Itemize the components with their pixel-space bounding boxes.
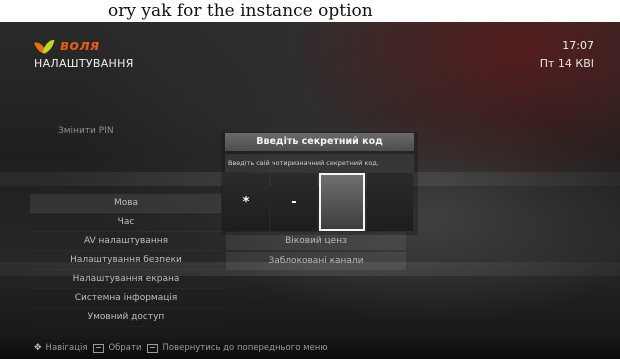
leaf-logo-icon — [34, 36, 56, 57]
page-title: НАЛАШТУВАННЯ — [34, 57, 134, 70]
brand-logo: воля — [34, 36, 100, 57]
dialog-title: Введіть секретний код — [225, 133, 414, 151]
tv-screen: воля НАЛАШТУВАННЯ 17:07 Пт 14 КВІ Змінит… — [0, 22, 620, 359]
hint-select: Обрати — [108, 343, 142, 353]
settings-menu: Мова Час AV налаштування Налаштування бе… — [30, 194, 222, 327]
dialog-message: Введіть свій чотиризначний секретний код… — [225, 154, 414, 172]
menu-item-language[interactable]: Мова — [30, 194, 222, 213]
change-pin-item[interactable]: Змінити PIN — [58, 126, 114, 136]
menu-item-security-settings[interactable]: Налаштування безпеки — [30, 251, 222, 270]
date: Пт 14 КВІ — [539, 57, 594, 70]
ok-key-icon — [93, 343, 105, 353]
security-options: Віковий ценз Заблоковані канали — [226, 232, 406, 272]
menu-item-screen-settings[interactable]: Налаштування екрана — [30, 270, 222, 289]
option-blocked-channels[interactable]: Заблоковані канали — [226, 252, 406, 270]
pin-digit-3[interactable] — [319, 173, 365, 231]
hint-back: Повернутись до попереднього меню — [162, 343, 328, 353]
menu-item-av-settings[interactable]: AV налаштування — [30, 232, 222, 251]
pin-digit-3-cursor — [321, 175, 363, 229]
pin-digit-2[interactable]: - — [271, 173, 317, 231]
pin-entry: * - — [223, 173, 417, 231]
pin-dialog: Введіть секретний код Введіть свій чотир… — [221, 132, 418, 235]
menu-item-time[interactable]: Час — [30, 213, 222, 232]
back-key-icon — [147, 343, 159, 353]
caption-strip: ory yak for the instance option — [0, 0, 620, 22]
pin-digit-4[interactable] — [367, 173, 413, 231]
menu-item-system-info[interactable]: Системна інформація — [30, 289, 222, 308]
footer-hints: ✥ Навігація Обрати Повернутись до поперед… — [0, 337, 620, 359]
caption-text: ory yak for the instance option — [108, 1, 373, 21]
clock: 17:07 — [562, 39, 594, 52]
navigation-arrows-icon: ✥ — [34, 343, 42, 353]
pin-digit-1[interactable]: * — [223, 173, 269, 231]
hint-navigation: Навігація — [45, 343, 88, 353]
menu-item-conditional-access[interactable]: Умовний доступ — [30, 308, 222, 327]
brand-name: воля — [60, 38, 100, 54]
